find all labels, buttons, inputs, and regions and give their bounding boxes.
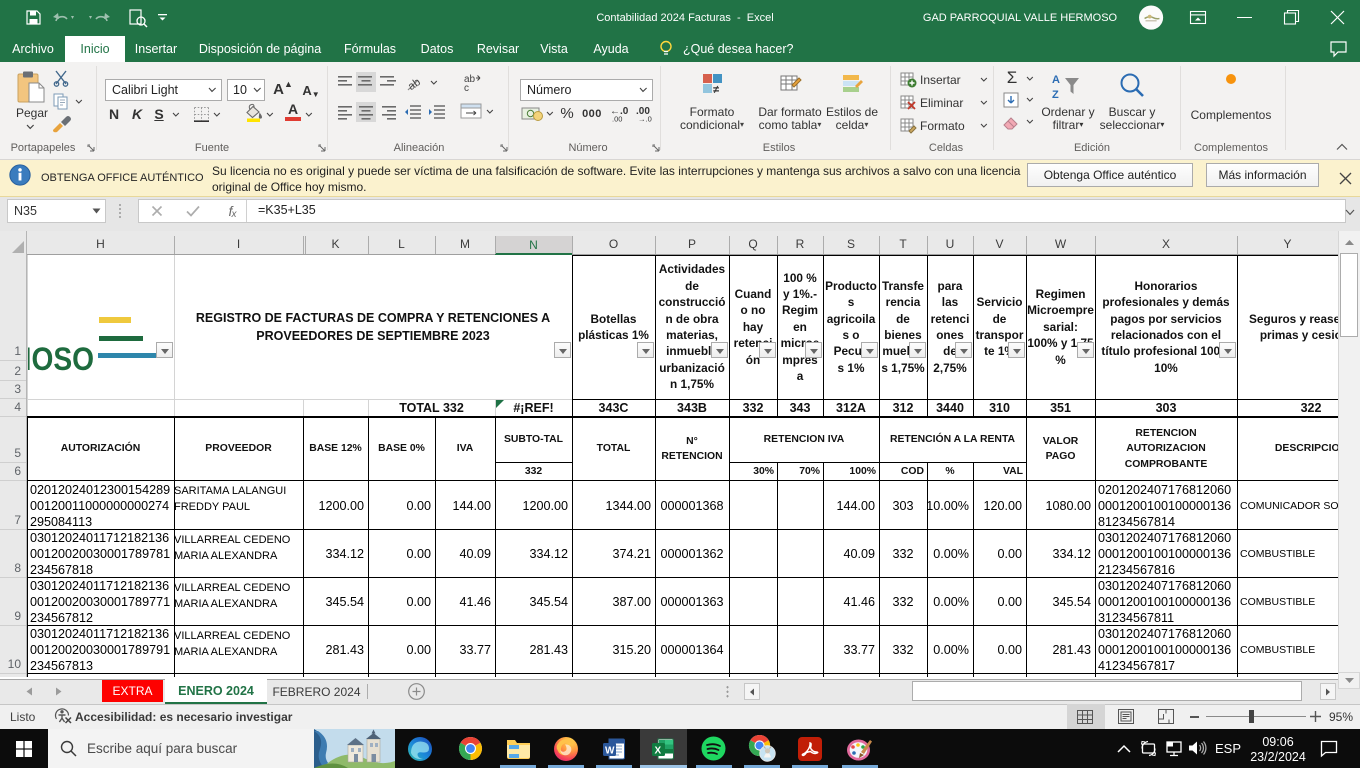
svg-text:W: W [605, 746, 615, 757]
svg-text:Z: Z [1052, 89, 1059, 101]
svg-text:→.0: →.0 [638, 115, 652, 124]
svg-text:ab: ab [406, 76, 423, 93]
svg-text:.00: .00 [612, 115, 622, 124]
svg-text:X: X [655, 746, 662, 757]
svg-text:c: c [464, 83, 469, 94]
svg-text:≠: ≠ [713, 84, 719, 96]
svg-text:A: A [1052, 74, 1060, 86]
